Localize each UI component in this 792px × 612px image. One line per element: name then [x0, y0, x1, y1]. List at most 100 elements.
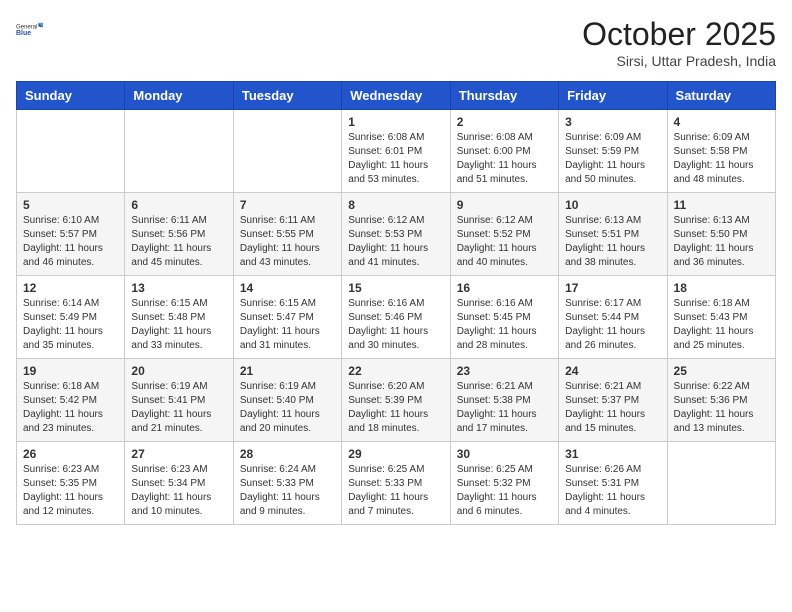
day-info: Sunrise: 6:16 AMSunset: 5:46 PMDaylight:… — [348, 297, 443, 353]
day-info: Sunrise: 6:19 AMSunset: 5:41 PMDaylight:… — [131, 380, 226, 436]
day-number: 19 — [23, 364, 118, 378]
day-number: 31 — [565, 447, 660, 461]
day-info: Sunrise: 6:21 AMSunset: 5:38 PMDaylight:… — [457, 380, 552, 436]
day-info: Sunrise: 6:23 AMSunset: 5:34 PMDaylight:… — [131, 463, 226, 519]
day-info: Sunrise: 6:08 AMSunset: 6:00 PMDaylight:… — [457, 131, 552, 187]
calendar-cell: 12 Sunrise: 6:14 AMSunset: 5:49 PMDayligh… — [17, 276, 125, 359]
day-number: 8 — [348, 198, 443, 212]
calendar-cell: 13 Sunrise: 6:15 AMSunset: 5:48 PMDayligh… — [125, 276, 233, 359]
calendar-cell: 30Sunrise: 6:25 AMSunset: 5:32 PMDayligh… — [450, 442, 558, 525]
calendar-cell: 29 Sunrise: 6:25 AMSunset: 5:33 PMDayligh… — [342, 442, 450, 525]
day-number: 17 — [565, 281, 660, 295]
calendar-cell: 31 Sunrise: 6:26 AMSunset: 5:31 PMDayligh… — [559, 442, 667, 525]
calendar-cell: 15 Sunrise: 6:16 AMSunset: 5:46 PMDayligh… — [342, 276, 450, 359]
calendar-cell: 9 Sunrise: 6:12 AMSunset: 5:52 PMDaylight… — [450, 193, 558, 276]
day-number: 4 — [674, 115, 769, 129]
day-info: Sunrise: 6:15 AMSunset: 5:48 PMDaylight:… — [131, 297, 226, 353]
calendar-table: SundayMondayTuesdayWednesdayThursdayFrid… — [16, 81, 776, 525]
day-info: Sunrise: 6:20 AMSunset: 5:39 PMDaylight:… — [348, 380, 443, 436]
day-number: 15 — [348, 281, 443, 295]
day-info: Sunrise: 6:10 AMSunset: 5:57 PMDaylight:… — [23, 214, 118, 270]
day-info: Sunrise: 6:18 AMSunset: 5:43 PMDaylight:… — [674, 297, 769, 353]
calendar-cell — [667, 442, 775, 525]
calendar-cell: 4 Sunrise: 6:09 AMSunset: 5:58 PMDaylight… — [667, 110, 775, 193]
day-number: 21 — [240, 364, 335, 378]
day-info: Sunrise: 6:25 AMSunset: 5:32 PMDaylight:… — [457, 463, 552, 519]
calendar-week-4: 19 Sunrise: 6:18 AMSunset: 5:42 PMDayligh… — [17, 359, 776, 442]
day-number: 23 — [457, 364, 552, 378]
day-info: Sunrise: 6:19 AMSunset: 5:40 PMDaylight:… — [240, 380, 335, 436]
day-info: Sunrise: 6:11 AMSunset: 5:55 PMDaylight:… — [240, 214, 335, 270]
day-info: Sunrise: 6:09 AMSunset: 5:58 PMDaylight:… — [674, 131, 769, 187]
calendar-cell — [125, 110, 233, 193]
calendar-cell: 3Sunrise: 6:09 AMSunset: 5:59 PMDaylight… — [559, 110, 667, 193]
calendar-cell: 21 Sunrise: 6:19 AMSunset: 5:40 PMDayligh… — [233, 359, 341, 442]
day-info: Sunrise: 6:15 AMSunset: 5:47 PMDaylight:… — [240, 297, 335, 353]
calendar-cell: 27Sunrise: 6:23 AMSunset: 5:34 PMDayligh… — [125, 442, 233, 525]
calendar-cell: 23 Sunrise: 6:21 AMSunset: 5:38 PMDayligh… — [450, 359, 558, 442]
calendar-cell: 14 Sunrise: 6:15 AMSunset: 5:47 PMDayligh… — [233, 276, 341, 359]
weekday-header-monday: Monday — [125, 82, 233, 110]
calendar-cell: 19 Sunrise: 6:18 AMSunset: 5:42 PMDayligh… — [17, 359, 125, 442]
day-number: 14 — [240, 281, 335, 295]
day-info: Sunrise: 6:26 AMSunset: 5:31 PMDaylight:… — [565, 463, 660, 519]
weekday-header-row: SundayMondayTuesdayWednesdayThursdayFrid… — [17, 82, 776, 110]
calendar-cell: 25Sunrise: 6:22 AMSunset: 5:36 PMDayligh… — [667, 359, 775, 442]
day-number: 28 — [240, 447, 335, 461]
calendar-cell: 17 Sunrise: 6:17 AMSunset: 5:44 PMDayligh… — [559, 276, 667, 359]
location-subtitle: Sirsi, Uttar Pradesh, India — [582, 53, 776, 69]
calendar-cell: 6 Sunrise: 6:11 AMSunset: 5:56 PMDaylight… — [125, 193, 233, 276]
day-info: Sunrise: 6:14 AMSunset: 5:49 PMDaylight:… — [23, 297, 118, 353]
day-number: 22 — [348, 364, 443, 378]
day-number: 5 — [23, 198, 118, 212]
day-number: 13 — [131, 281, 226, 295]
day-info: Sunrise: 6:09 AMSunset: 5:59 PMDaylight:… — [565, 131, 660, 187]
calendar-cell: 20 Sunrise: 6:19 AMSunset: 5:41 PMDayligh… — [125, 359, 233, 442]
calendar-cell: 8Sunrise: 6:12 AMSunset: 5:53 PMDaylight… — [342, 193, 450, 276]
day-number: 10 — [565, 198, 660, 212]
calendar-cell: 2Sunrise: 6:08 AMSunset: 6:00 PMDaylight… — [450, 110, 558, 193]
calendar-cell — [233, 110, 341, 193]
day-number: 29 — [348, 447, 443, 461]
day-number: 7 — [240, 198, 335, 212]
day-number: 12 — [23, 281, 118, 295]
calendar-cell — [17, 110, 125, 193]
calendar-cell: 11Sunrise: 6:13 AMSunset: 5:50 PMDayligh… — [667, 193, 775, 276]
month-title: October 2025 — [582, 16, 776, 53]
svg-text:Blue: Blue — [16, 30, 31, 37]
day-info: Sunrise: 6:18 AMSunset: 5:42 PMDaylight:… — [23, 380, 118, 436]
day-info: Sunrise: 6:12 AMSunset: 5:52 PMDaylight:… — [457, 214, 552, 270]
day-info: Sunrise: 6:21 AMSunset: 5:37 PMDaylight:… — [565, 380, 660, 436]
weekday-header-tuesday: Tuesday — [233, 82, 341, 110]
calendar-cell: 10 Sunrise: 6:13 AMSunset: 5:51 PMDayligh… — [559, 193, 667, 276]
weekday-header-friday: Friday — [559, 82, 667, 110]
calendar-cell: 18Sunrise: 6:18 AMSunset: 5:43 PMDayligh… — [667, 276, 775, 359]
calendar-cell: 7 Sunrise: 6:11 AMSunset: 5:55 PMDaylight… — [233, 193, 341, 276]
day-info: Sunrise: 6:25 AMSunset: 5:33 PMDaylight:… — [348, 463, 443, 519]
day-info: Sunrise: 6:23 AMSunset: 5:35 PMDaylight:… — [23, 463, 118, 519]
calendar-week-2: 5 Sunrise: 6:10 AMSunset: 5:57 PMDaylight… — [17, 193, 776, 276]
day-number: 25 — [674, 364, 769, 378]
calendar-cell: 1 Sunrise: 6:08 AMSunset: 6:01 PMDaylight… — [342, 110, 450, 193]
calendar-cell: 5 Sunrise: 6:10 AMSunset: 5:57 PMDaylight… — [17, 193, 125, 276]
title-section: October 2025 Sirsi, Uttar Pradesh, India — [582, 16, 776, 69]
logo-icon: GeneralBlue — [16, 16, 44, 44]
calendar-cell: 16Sunrise: 6:16 AMSunset: 5:45 PMDayligh… — [450, 276, 558, 359]
day-number: 26 — [23, 447, 118, 461]
weekday-header-saturday: Saturday — [667, 82, 775, 110]
day-number: 9 — [457, 198, 552, 212]
day-number: 1 — [348, 115, 443, 129]
day-number: 20 — [131, 364, 226, 378]
day-info: Sunrise: 6:08 AMSunset: 6:01 PMDaylight:… — [348, 131, 443, 187]
page-header: GeneralBlue October 2025 Sirsi, Uttar Pr… — [16, 16, 776, 69]
logo: GeneralBlue — [16, 16, 48, 44]
day-info: Sunrise: 6:17 AMSunset: 5:44 PMDaylight:… — [565, 297, 660, 353]
calendar-week-3: 12 Sunrise: 6:14 AMSunset: 5:49 PMDayligh… — [17, 276, 776, 359]
weekday-header-wednesday: Wednesday — [342, 82, 450, 110]
day-info: Sunrise: 6:11 AMSunset: 5:56 PMDaylight:… — [131, 214, 226, 270]
day-number: 11 — [674, 198, 769, 212]
day-info: Sunrise: 6:13 AMSunset: 5:51 PMDaylight:… — [565, 214, 660, 270]
calendar-week-1: 1 Sunrise: 6:08 AMSunset: 6:01 PMDaylight… — [17, 110, 776, 193]
calendar-cell: 26 Sunrise: 6:23 AMSunset: 5:35 PMDayligh… — [17, 442, 125, 525]
day-number: 6 — [131, 198, 226, 212]
